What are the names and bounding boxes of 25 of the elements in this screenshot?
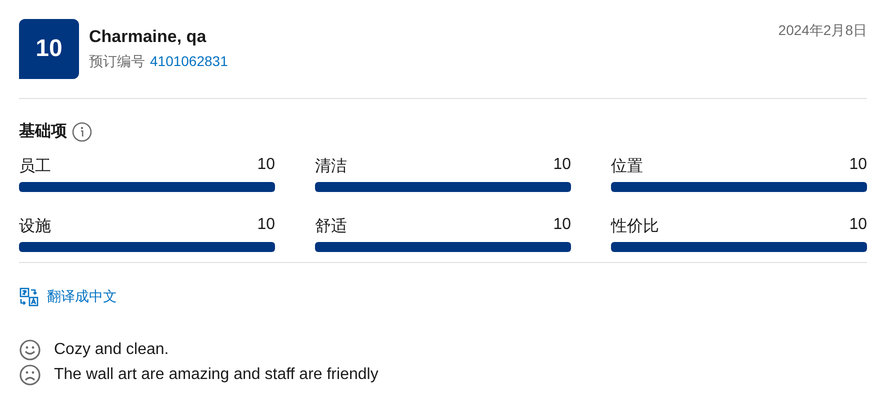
- reviewer-name: Charmaine, qa: [89, 27, 208, 47]
- section-title: 基础项: [19, 122, 67, 142]
- rating-value: 10: [553, 216, 571, 235]
- info-icon[interactable]: [72, 122, 92, 142]
- rating-label: 设施: [19, 216, 51, 237]
- rating-label: 员工: [19, 157, 51, 177]
- rating-value: 10: [849, 216, 867, 235]
- rating-value: 10: [257, 156, 275, 175]
- review-date: 2024年2月8日: [778, 21, 867, 40]
- review-text: The wall art are amazing and staff are friendly: [54, 366, 378, 384]
- translate-link[interactable]: 翻译成中文: [47, 288, 117, 306]
- smile-icon: [19, 339, 41, 361]
- booking-number: 4101062831: [150, 53, 228, 71]
- booking-label: 预订编号: [89, 53, 145, 71]
- rating-label: 性价比: [611, 216, 659, 237]
- rating-value: 10: [553, 156, 571, 175]
- rating-label: 清洁: [315, 156, 347, 177]
- review-text: Cozy and clean.: [54, 341, 169, 359]
- rating-label: 舒适: [315, 216, 347, 237]
- translate-icon[interactable]: [19, 287, 39, 307]
- rating-label: 位置: [611, 157, 643, 177]
- rating-value: 10: [849, 156, 867, 175]
- frown-icon: [19, 364, 41, 386]
- score-badge: 10: [19, 19, 79, 79]
- rating-value: 10: [257, 216, 275, 235]
